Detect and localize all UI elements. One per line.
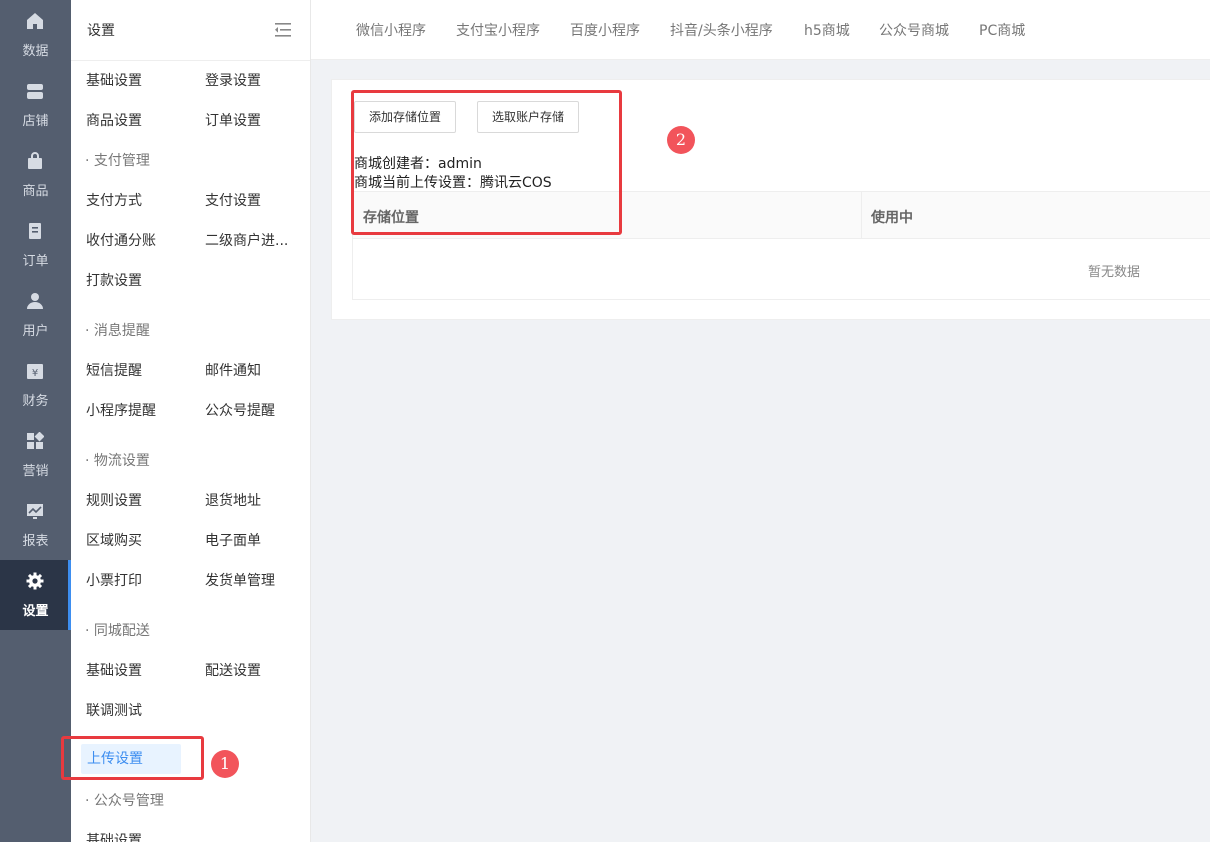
empty-state-text: 暂无数据 (1088, 265, 1141, 280)
menu-login-settings[interactable]: 登录设置 (205, 70, 261, 90)
settings-submenu: 设置 基础设置 登录设置 商品设置 订单设置 · 支付管理 支付方式 支付设置 … (71, 0, 311, 842)
tab-h5-mall[interactable]: h5商城 (804, 20, 850, 40)
menu-return-address[interactable]: 退货地址 (205, 490, 261, 510)
divider (71, 60, 310, 61)
yen-icon: ¥ (27, 364, 43, 379)
menu-payment-settings[interactable]: 支付设置 (205, 190, 261, 210)
tab-baidu-miniprogram[interactable]: 百度小程序 (570, 20, 640, 40)
grid-icon (27, 432, 44, 449)
menu-official-basic-settings[interactable]: 基础设置 (86, 830, 142, 842)
highlight-box-1 (61, 736, 204, 780)
nav-item-orders[interactable]: 订单 (0, 210, 71, 280)
menu-split-account[interactable]: 收付通分账 (86, 230, 156, 250)
svg-text:¥: ¥ (32, 368, 38, 379)
nav-label: 店铺 (22, 114, 49, 129)
menu-joint-test[interactable]: 联调测试 (86, 700, 142, 720)
tab-alipay-miniprogram[interactable]: 支付宝小程序 (456, 20, 540, 40)
column-header-in-use: 使用中 (871, 210, 913, 226)
nav-item-data[interactable]: 数据 (0, 0, 71, 70)
group-payment: · 支付管理 (85, 153, 150, 169)
store-icon (27, 84, 43, 99)
menu-official-alert[interactable]: 公众号提醒 (205, 400, 275, 420)
menu-email-notice[interactable]: 邮件通知 (205, 360, 261, 380)
document-icon (29, 223, 41, 239)
column-divider (861, 192, 862, 239)
nav-label: 营销 (22, 464, 49, 479)
nav-label: 商品 (22, 184, 49, 199)
primary-nav: 数据 店铺 商品 订单 用户 ¥ 财务 营销 报表 设置 (0, 0, 71, 842)
nav-label: 订单 (22, 254, 49, 269)
menu-receipt-print[interactable]: 小票打印 (86, 570, 142, 590)
nav-item-users[interactable]: 用户 (0, 280, 71, 350)
nav-item-settings[interactable]: 设置 (0, 560, 71, 630)
tab-douyin-miniprogram[interactable]: 抖音/头条小程序 (670, 20, 773, 40)
menu-payment-method[interactable]: 支付方式 (86, 190, 142, 210)
group-official-account: · 公众号管理 (85, 793, 164, 809)
submenu-title: 设置 (87, 23, 115, 39)
menu-sub-merchant[interactable]: 二级商户进... (205, 230, 288, 250)
group-city-delivery: · 同城配送 (85, 623, 150, 639)
nav-label: 设置 (22, 604, 49, 619)
bag-icon (28, 152, 42, 169)
menu-miniprogram-alert[interactable]: 小程序提醒 (86, 400, 156, 420)
menu-order-settings[interactable]: 订单设置 (205, 110, 261, 130)
platform-tabs: 微信小程序 支付宝小程序 百度小程序 抖音/头条小程序 h5商城 公众号商城 P… (311, 0, 1210, 60)
chart-icon (27, 504, 43, 519)
menu-regional-purchase[interactable]: 区域购买 (86, 530, 142, 550)
menu-rule-settings[interactable]: 规则设置 (86, 490, 142, 510)
user-icon (27, 293, 43, 309)
tab-pc-mall[interactable]: PC商城 (979, 20, 1025, 40)
menu-product-settings[interactable]: 商品设置 (86, 110, 142, 130)
nav-label: 财务 (22, 394, 49, 409)
menu-shipping-manage[interactable]: 发货单管理 (205, 570, 275, 590)
nav-label: 数据 (22, 44, 49, 59)
annotation-badge-1: 1 (211, 750, 239, 778)
nav-item-store[interactable]: 店铺 (0, 70, 71, 140)
home-icon (27, 13, 43, 29)
group-message: · 消息提醒 (85, 323, 150, 339)
group-logistics: · 物流设置 (85, 453, 150, 469)
menu-city-basic-settings[interactable]: 基础设置 (86, 660, 142, 680)
collapse-menu-icon[interactable] (274, 22, 292, 38)
nav-item-marketing[interactable]: 营销 (0, 420, 71, 490)
nav-item-products[interactable]: 商品 (0, 140, 71, 210)
nav-item-reports[interactable]: 报表 (0, 490, 71, 560)
gear-icon (26, 572, 44, 590)
app-root: 数据 店铺 商品 订单 用户 ¥ 财务 营销 报表 设置 设置 基础设置 登录设… (0, 0, 1210, 842)
nav-item-finance[interactable]: ¥ 财务 (0, 350, 71, 420)
tab-wechat-miniprogram[interactable]: 微信小程序 (356, 20, 426, 40)
tab-official-mall[interactable]: 公众号商城 (879, 20, 949, 40)
nav-label: 报表 (22, 534, 49, 549)
nav-label: 用户 (22, 324, 49, 339)
highlight-box-2 (351, 90, 622, 235)
menu-sms-alert[interactable]: 短信提醒 (86, 360, 142, 380)
menu-e-waybill[interactable]: 电子面单 (205, 530, 261, 550)
annotation-badge-2: 2 (667, 126, 695, 154)
menu-delivery-settings[interactable]: 配送设置 (205, 660, 261, 680)
menu-payout-settings[interactable]: 打款设置 (86, 270, 142, 290)
menu-basic-settings[interactable]: 基础设置 (86, 70, 142, 90)
